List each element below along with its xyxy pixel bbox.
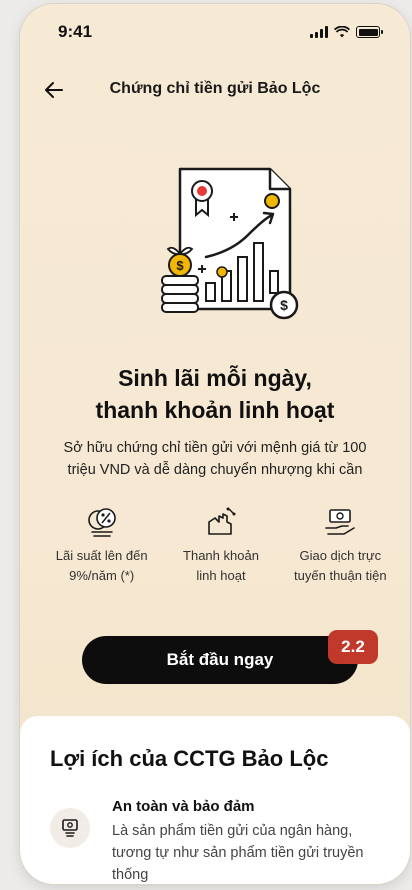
status-icons [310, 26, 383, 38]
benefits-title: Lợi ích của CCTG Bảo Lộc [50, 746, 329, 771]
status-bar: 9:41 [58, 22, 383, 42]
benefits-sheet: Lợi ích của CCTG Bảo Lộc An toàn và bảo … [20, 716, 410, 884]
page-title: Chứng chỉ tiền gửi Bảo Lộc [109, 80, 321, 97]
status-time: 9:41 [58, 22, 93, 41]
feature-list: Lãi suất lên đến 9%/năm (*) Thanh khoản … [42, 504, 400, 586]
benefit-description: Là sản phẩm tiền gửi của ngân hàng, tươn… [112, 823, 364, 883]
svg-text:$: $ [176, 258, 184, 273]
benefit-title: An toàn và bảo đảm [112, 798, 255, 815]
phone-screen: 9:41 Chứng chỉ tiền gửi Bảo Lộc $ $ Sinh… [20, 4, 410, 884]
start-now-button[interactable]: Bắt đầu ngay [82, 636, 358, 684]
feature-label: tuyến thuận tiện [294, 568, 387, 583]
battery-icon [356, 26, 383, 38]
feature-label: Giao dịch trực [299, 548, 382, 563]
wifi-icon [334, 26, 350, 38]
hero-headline-line2: thanh khoản linh hoạt [95, 397, 335, 423]
growth-certificate-illustration: $ $ [161, 167, 299, 320]
certificate-icon [62, 819, 78, 837]
hand-percent-icon [208, 507, 236, 535]
feature-label: linh hoạt [196, 568, 246, 583]
feature-liquidity: Thanh khoản linh hoạt [161, 504, 280, 586]
feature-label: Lãi suất lên đến [55, 548, 148, 563]
feature-label: Thanh khoản [183, 548, 259, 563]
money-transfer-icon [325, 509, 356, 535]
feature-interest-rate: Lãi suất lên đến 9%/năm (*) [42, 504, 161, 586]
nav-bar: Chứng chỉ tiền gửi Bảo Lộc [20, 76, 410, 106]
svg-text:$: $ [280, 297, 288, 313]
percent-coin-icon [87, 508, 116, 537]
feature-online-transaction: Giao dịch trực tuyến thuận tiện [281, 504, 400, 586]
hero-headline-line1: Sinh lãi mỗi ngày, [118, 365, 312, 391]
feature-label: 9%/năm (*) [69, 568, 135, 583]
signal-icon [310, 26, 328, 38]
hero-headline: Sinh lãi mỗi ngày, thanh khoản linh hoạt [20, 362, 410, 426]
hero-subtitle: Sở hữu chứng chỉ tiền gửi với mệnh giá t… [63, 440, 367, 478]
benefit-icon-container [50, 808, 90, 848]
annotation-badge: 2.2 [328, 630, 378, 664]
